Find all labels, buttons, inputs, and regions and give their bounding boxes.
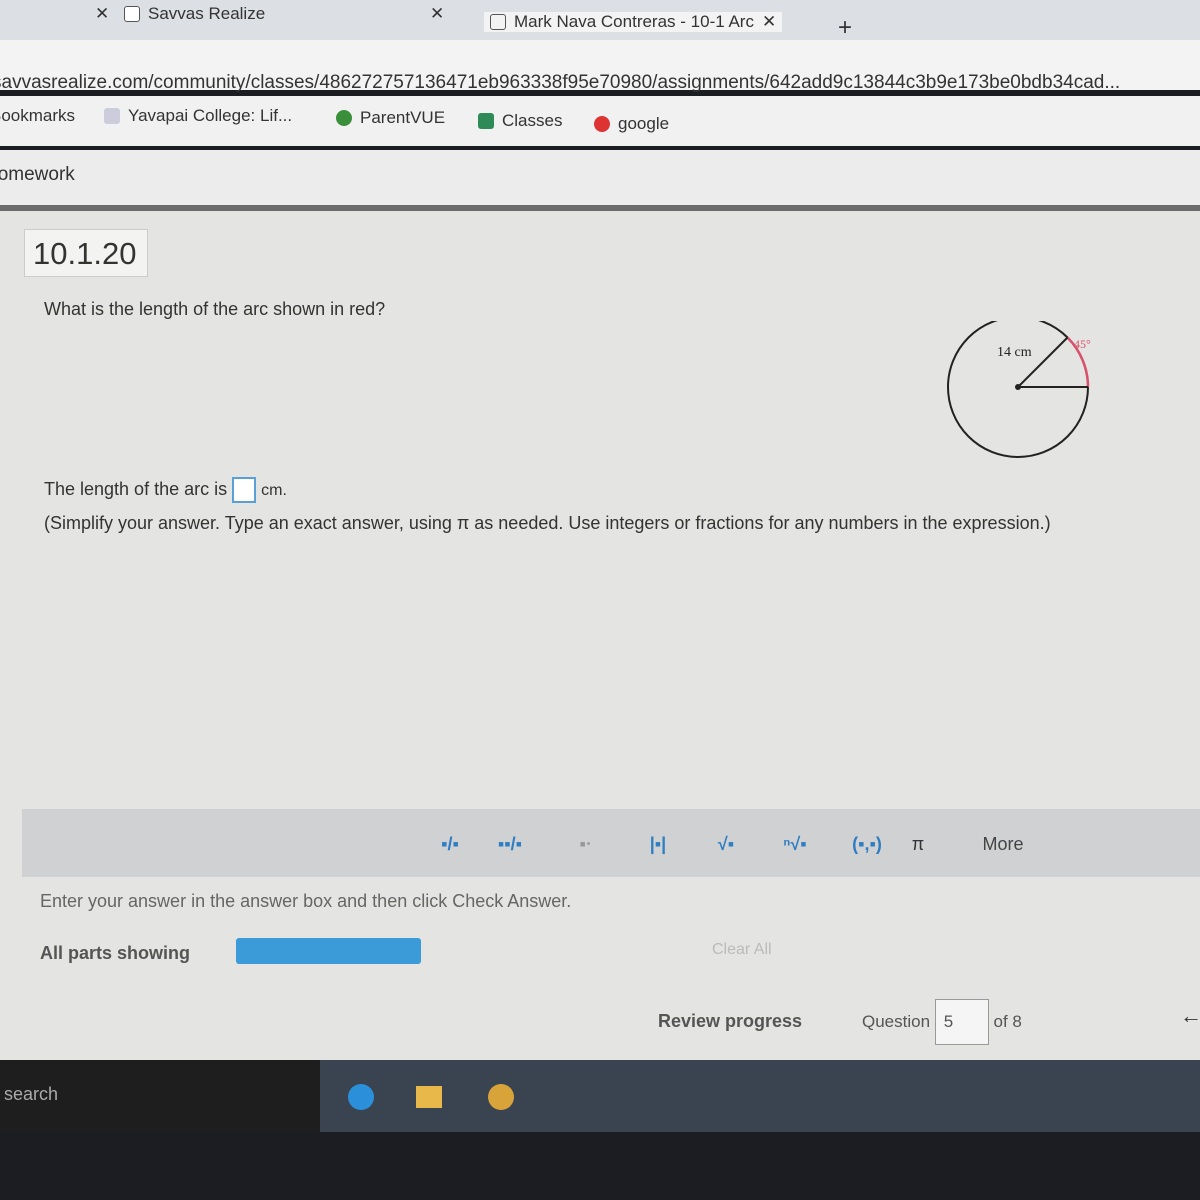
absolute-value-button[interactable]: |▪| (630, 819, 686, 869)
bookmark-label: Classes (502, 111, 563, 130)
bookmarks-label: Bookmarks (0, 106, 76, 125)
bookmark-classes[interactable]: Classes (478, 111, 562, 131)
tab-label: Mark Nava Contreras - 10-1 Arc (514, 12, 754, 31)
question-panel: 10.1.20 What is the length of the arc sh… (0, 205, 1200, 1060)
question-number-input[interactable]: 5 (934, 999, 989, 1045)
question-label: Question (862, 1012, 931, 1031)
bookmarks-bar: Bookmarks Yavapai College: Lif... Parent… (0, 96, 1200, 146)
file-explorer-icon[interactable] (416, 1086, 442, 1108)
back-arrow-icon[interactable]: ← (1180, 1003, 1200, 1029)
more-button[interactable]: More (968, 819, 1038, 869)
page-header-title: Homework (0, 164, 75, 185)
taskbar: search (0, 1060, 1200, 1132)
heart-icon (594, 116, 610, 132)
nth-root-button[interactable]: ⁿ√▪ (767, 819, 823, 869)
question-nav: Question 5 of 8 (862, 999, 1022, 1045)
tab-savvas[interactable]: Savvas Realize (124, 4, 265, 24)
close-tab-icon[interactable]: ✕ (430, 4, 444, 24)
yc-icon (104, 108, 120, 124)
bookmark-google[interactable]: google (594, 114, 669, 134)
answer-line: The length of the arc is cm. (44, 477, 287, 503)
fraction-button[interactable]: ▪/▪ (422, 819, 478, 869)
pi-button[interactable]: π (890, 819, 946, 869)
review-progress-button[interactable]: Review progress (658, 1011, 802, 1032)
tab-label: Savvas Realize (148, 4, 266, 23)
bookmark-label: ParentVUE (360, 108, 446, 127)
bookmark-label: Yavapai College: Lif... (128, 106, 293, 125)
edge-icon[interactable] (348, 1084, 374, 1110)
instruction-text: (Simplify your answer. Type an exact ans… (44, 513, 1051, 533)
bookmark-label: google (618, 114, 670, 133)
question-id: 10.1.20 (24, 229, 148, 277)
square-root-button[interactable]: √▪ (698, 819, 754, 869)
page-header: Homework (0, 150, 1200, 205)
savvas-icon (124, 6, 140, 22)
radius-label: 14 cm (997, 345, 1032, 360)
answer-unit: cm. (261, 481, 287, 499)
tab-bar: ✕ Savvas Realize ✕ Mark Nava Contreras -… (0, 0, 1200, 42)
page-icon (490, 14, 506, 30)
tab-assignment[interactable]: Mark Nava Contreras - 10-1 Arc ✕ (484, 12, 783, 32)
classroom-icon (478, 113, 494, 129)
clear-all-button[interactable]: Clear All (712, 941, 772, 959)
answer-prefix: The length of the arc is (44, 478, 228, 499)
close-tab-icon[interactable]: ✕ (95, 4, 109, 24)
bookmark-yavapai[interactable]: Yavapai College: Lif... (104, 106, 292, 126)
parentvue-icon (336, 110, 352, 126)
center-point (1015, 384, 1021, 390)
parts-progress-bar (236, 938, 421, 964)
address-bar[interactable]: savvasrealize.com/community/classes/4862… (0, 40, 1200, 93)
angle-label: 45° (1074, 337, 1091, 351)
math-palette: ▪/▪ ▪▪/▪ ▪ᐧ |▪| √▪ ⁿ√▪ (▪,▪) π More (22, 809, 1200, 877)
question-prompt: What is the length of the arc shown in r… (44, 299, 386, 319)
new-tab-button[interactable]: + (838, 14, 852, 42)
of-label: of 8 (993, 1012, 1022, 1031)
exponent-button[interactable]: ▪ᐧ (557, 819, 613, 869)
mixed-number-button[interactable]: ▪▪/▪ (482, 819, 538, 869)
hint-text: Enter your answer in the answer box and … (40, 891, 572, 911)
circle-figure: 14 cm 45° (947, 321, 1091, 458)
close-tab-icon[interactable]: ✕ (762, 12, 776, 32)
answer-input[interactable] (232, 477, 257, 503)
taskbar-search[interactable]: search (4, 1084, 58, 1105)
parts-label: All parts showing (40, 943, 191, 963)
chrome-icon[interactable] (488, 1084, 514, 1110)
url-text[interactable]: savvasrealize.com/community/classes/4862… (0, 72, 1120, 94)
bookmark-parentvue[interactable]: ParentVUE (336, 108, 445, 128)
taskbar-apps (320, 1060, 1200, 1132)
